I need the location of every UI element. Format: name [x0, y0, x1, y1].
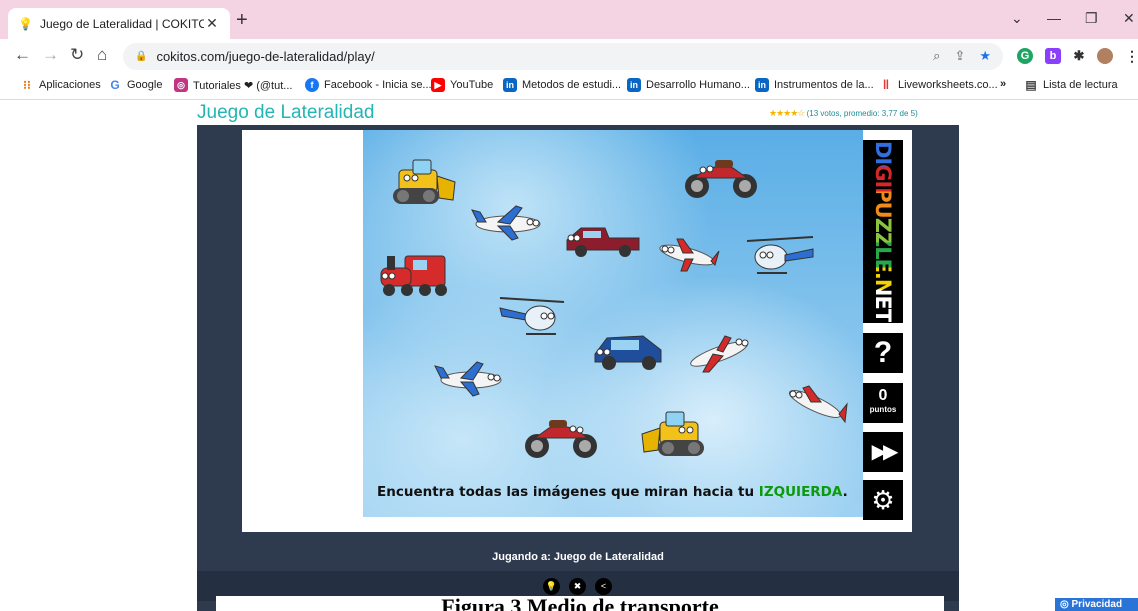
linkedin-icon: in [503, 78, 517, 92]
restore-button[interactable]: ❐ [1085, 10, 1098, 27]
sprite-bulldozer-left[interactable] [389, 158, 459, 208]
sprite-train-left[interactable] [375, 250, 455, 300]
close-tab-icon[interactable]: ✕ [204, 15, 220, 32]
b-extension-icon[interactable]: b [1045, 48, 1061, 64]
logo-text: DIGIPUZZLE.NET [871, 140, 895, 323]
profile-avatar-icon[interactable] [1097, 48, 1113, 64]
back-arrow-icon[interactable]: ← [14, 46, 31, 64]
game-canvas: Encuentra todas las imágenes que miran h… [242, 130, 912, 532]
fullscreen-icon[interactable]: ✖ [569, 578, 586, 595]
reload-icon[interactable]: ↻ [70, 46, 84, 64]
points-counter: 0 puntos [863, 383, 903, 423]
sprite-airplane-right[interactable] [433, 358, 508, 398]
figure-caption: Figura 3 Medio de transporte [216, 596, 944, 611]
more-menu-icon[interactable]: ⋮ [1124, 48, 1138, 64]
game-frame: Encuentra todas las imágenes que miran h… [197, 125, 959, 611]
sprite-pickup-truck-left[interactable] [563, 220, 643, 260]
address-bar[interactable]: 🔒 cokitos.com/juego-de-lateralidad/play/… [123, 43, 1003, 70]
bookmark-facebook[interactable]: f Facebook - Inicia se... [305, 78, 432, 92]
bookmark-desarrollo[interactable]: in Desarrollo Humano... [627, 78, 750, 92]
sprite-airplane-left[interactable] [653, 235, 723, 275]
settings-gear-icon[interactable]: ⚙ [863, 480, 903, 520]
points-label: puntos [869, 405, 897, 414]
tab-strip: 💡 Juego de Lateralidad | COKITOS ✕ + ⌄ —… [0, 0, 1138, 39]
instagram-icon: ◎ [174, 78, 188, 92]
sprite-car-left[interactable] [591, 328, 666, 373]
sprite-airplane-left[interactable] [781, 382, 851, 427]
browser-toolbar: ← → ↻ ⌂ 🔒 cokitos.com/juego-de-lateralid… [0, 39, 1138, 72]
sprite-bulldozer-right[interactable] [638, 410, 708, 460]
extensions-puzzle-icon[interactable]: ✱ [1071, 48, 1087, 64]
facebook-icon: f [305, 78, 319, 92]
youtube-icon: ▶ [431, 78, 445, 92]
help-button[interactable]: ? [863, 333, 903, 373]
share-icon[interactable]: ⇪ [954, 48, 965, 64]
bookmarks-bar: ⁝⁝ Aplicaciones G Google ◎ Tutoriales ❤ … [0, 72, 1138, 100]
lightbulb-hint-icon[interactable]: 💡 [543, 578, 560, 595]
now-playing-label: Jugando a: Juego de Lateralidad [492, 551, 664, 563]
google-icon: G [108, 78, 122, 92]
bookmark-liveworksheets[interactable]: ‖ Liveworksheets.co... [879, 78, 998, 92]
sprite-helicopter-right[interactable] [498, 290, 568, 340]
reading-list-button[interactable]: ▤ Lista de lectura [1024, 78, 1118, 92]
tab-title: Juego de Lateralidad | COKITOS [40, 16, 204, 31]
close-window-button[interactable]: ✕ [1123, 10, 1135, 27]
page-title: Juego de Lateralidad [197, 102, 375, 123]
star-rating[interactable]: ★★★★☆ (13 votos, promedio: 3,77 de 5) [769, 108, 918, 119]
bookmark-instrumentos[interactable]: in Instrumentos de la... [755, 78, 874, 92]
bookmark-star-icon[interactable]: ★ [979, 48, 991, 64]
sprite-helicopter-left[interactable] [743, 235, 818, 280]
bookmarks-overflow-button[interactable]: » [1000, 78, 1006, 90]
apps-grid-icon: ⁝⁝ [20, 78, 34, 92]
skip-button[interactable]: ▶▶ [863, 432, 903, 472]
url-text[interactable]: cokitos.com/juego-de-lateralidad/play/ [156, 49, 374, 64]
privacy-badge[interactable]: ◎ Privacidad [1055, 598, 1138, 611]
rating-text: (13 votos, promedio: 3,77 de 5) [806, 109, 918, 118]
game-instruction: Encuentra todas las imágenes que miran h… [377, 484, 848, 500]
sky-background: Encuentra todas las imágenes que miran h… [363, 130, 863, 517]
bookmark-aplicaciones[interactable]: ⁝⁝ Aplicaciones [20, 78, 101, 92]
points-value: 0 [878, 387, 888, 404]
lightbulb-favicon-icon: 💡 [18, 16, 33, 31]
bookmark-tutoriales[interactable]: ◎ Tutoriales ❤ (@tut... [174, 78, 292, 92]
sprite-airplane-right[interactable] [683, 330, 755, 375]
liveworksheets-icon: ‖ [879, 78, 893, 92]
rating-stars[interactable]: ★★★★☆ [769, 108, 805, 118]
bookmark-google[interactable]: G Google [108, 78, 162, 92]
digipuzzle-logo[interactable]: DIGIPUZZLE.NET [863, 140, 903, 323]
bookmark-youtube[interactable]: ▶ YouTube [431, 78, 493, 92]
linkedin-icon: in [627, 78, 641, 92]
reading-list-icon: ▤ [1024, 78, 1038, 92]
home-icon[interactable]: ⌂ [97, 46, 107, 64]
linkedin-icon: in [755, 78, 769, 92]
active-tab[interactable]: 💡 Juego de Lateralidad | COKITOS ✕ [8, 8, 230, 39]
tab-search-icon[interactable]: ⌄ [1011, 10, 1023, 27]
lock-icon[interactable]: 🔒 [135, 51, 147, 62]
forward-arrow-icon[interactable]: → [42, 46, 59, 64]
minimize-button[interactable]: — [1047, 10, 1061, 26]
sprite-motorcycle-right[interactable] [521, 412, 601, 462]
share-icon[interactable]: < [595, 578, 612, 595]
instruction-keyword: IZQUIERDA [758, 484, 843, 500]
grammarly-extension-icon[interactable]: G [1017, 48, 1033, 64]
new-tab-button[interactable]: + [236, 10, 248, 30]
bookmark-metodos[interactable]: in Metodos de estudi... [503, 78, 621, 92]
sprite-motorcycle-left[interactable] [681, 152, 761, 202]
zoom-icon[interactable]: ⌕ [933, 48, 940, 64]
sprite-airplane-right[interactable] [468, 202, 548, 242]
